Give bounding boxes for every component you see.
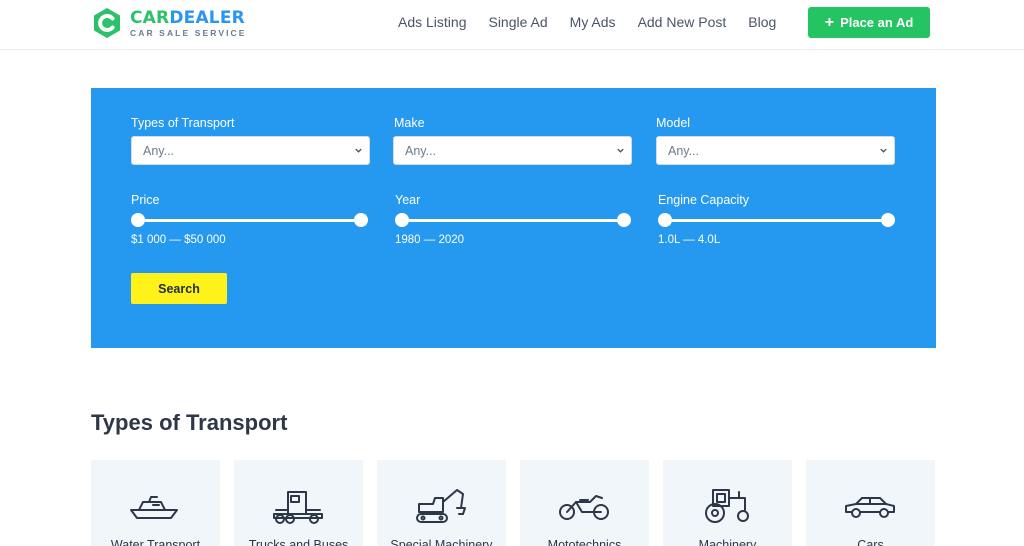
transport-card-cars-label: Cars — [857, 538, 884, 546]
nav-ads-listing[interactable]: Ads Listing — [398, 14, 466, 30]
filter-model-label: Model — [656, 116, 691, 130]
filter-make: Make — [394, 116, 425, 130]
filter-transport-type-label: Types of Transport — [131, 116, 235, 130]
transport-card-moto-label: Mototechnics — [547, 538, 622, 546]
filter-price-label: Price — [131, 193, 160, 207]
transport-card-water[interactable]: Water Transport — [91, 460, 220, 546]
transport-type-select-value: Any... — [143, 144, 175, 158]
year-range-track[interactable] — [402, 219, 624, 222]
year-range-max-handle[interactable] — [617, 213, 631, 227]
brand-tagline: CAR SALE SERVICE — [130, 27, 247, 38]
transport-card-special[interactable]: Special Machinery — [377, 460, 506, 546]
motorcycle-icon — [559, 495, 609, 520]
transport-card-trucks-label: Trucks and Buses — [248, 538, 349, 546]
types-of-transport-heading: Types of Transport — [91, 410, 288, 435]
brand-name: CARDEALER — [130, 9, 247, 27]
transport-card-moto[interactable]: Mototechnics — [520, 460, 649, 546]
brand-name-part1: CAR — [130, 7, 170, 28]
price-range-value: $1 000 — $50 000 — [131, 234, 226, 246]
place-ad-button[interactable]: + Place an Ad — [808, 7, 930, 38]
excavator-icon — [416, 489, 466, 523]
filter-model: Model — [656, 116, 690, 130]
year-range-min-handle[interactable] — [395, 213, 409, 227]
make-select-value: Any... — [405, 144, 437, 158]
filter-year-label: Year — [395, 193, 421, 207]
brand-name-part2: DEALER — [169, 7, 245, 28]
transport-card-water-label: Water Transport — [110, 538, 201, 546]
transport-card-cars[interactable]: Cars — [806, 460, 935, 546]
transport-card-machinery[interactable]: Machinery — [663, 460, 792, 546]
boat-icon — [130, 496, 178, 519]
search-button[interactable]: Search — [131, 273, 227, 304]
engine-range-track[interactable] — [665, 219, 888, 222]
transport-card-machinery-label: Machinery — [698, 538, 757, 546]
make-select[interactable]: Any... — [393, 136, 632, 165]
nav-blog[interactable]: Blog — [748, 14, 776, 30]
tractor-icon — [705, 489, 749, 523]
chevron-down-icon — [355, 148, 362, 153]
engine-range-max-handle[interactable] — [881, 213, 895, 227]
model-select-value: Any... — [668, 144, 700, 158]
plus-icon: + — [824, 13, 835, 31]
car-icon — [845, 497, 895, 518]
engine-range-value: 1.0L — 4.0L — [658, 234, 721, 246]
place-ad-label: Place an Ad — [840, 15, 914, 30]
transport-type-select[interactable]: Any... — [131, 136, 370, 165]
filter-make-label: Make — [394, 116, 425, 130]
transport-card-trucks[interactable]: Trucks and Buses — [234, 460, 363, 546]
c-letter-logo-icon — [94, 8, 120, 38]
search-panel: Types of Transport Any... Make Any... Mo… — [91, 88, 936, 348]
filter-price: Price — [131, 193, 159, 207]
nav-my-ads[interactable]: My Ads — [570, 14, 616, 30]
filter-engine-capacity: Engine Capacity — [658, 193, 749, 207]
price-range-min-handle[interactable] — [131, 213, 145, 227]
chevron-down-icon — [617, 148, 624, 153]
filter-engine-capacity-label: Engine Capacity — [658, 193, 750, 207]
price-range-track[interactable] — [138, 219, 361, 222]
filter-year: Year — [395, 193, 420, 207]
year-range-value: 1980 — 2020 — [395, 234, 465, 246]
nav-add-new-post[interactable]: Add New Post — [638, 14, 727, 30]
price-range-max-handle[interactable] — [354, 213, 368, 227]
transport-card-special-label: Special Machinery — [390, 538, 493, 546]
chevron-down-icon — [880, 148, 887, 153]
filter-transport-type: Types of Transport — [131, 116, 235, 130]
site-header: CARDEALER CAR SALE SERVICE Ads Listing S… — [0, 0, 1024, 50]
main-nav: Ads Listing Single Ad My Ads Add New Pos… — [398, 14, 798, 30]
nav-single-ad[interactable]: Single Ad — [488, 14, 547, 30]
engine-range-min-handle[interactable] — [658, 213, 672, 227]
site-logo[interactable]: CARDEALER CAR SALE SERVICE — [90, 5, 247, 41]
model-select[interactable]: Any... — [656, 136, 895, 165]
truck-icon — [273, 491, 323, 524]
